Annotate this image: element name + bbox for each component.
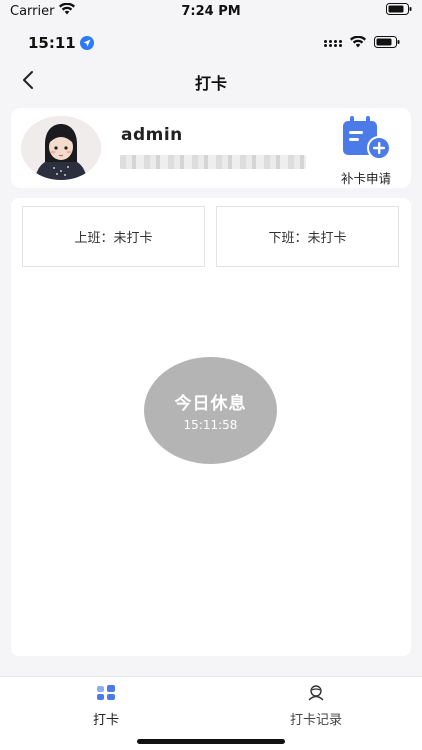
profile-card: admin 补卡申请: [11, 108, 411, 188]
makeup-punch-label: 补卡申请: [340, 171, 391, 186]
punch-button[interactable]: 今日休息 15:11:58: [144, 357, 277, 464]
avatar: [21, 116, 101, 180]
wifi-icon: [59, 2, 76, 19]
calendar-add-icon: [341, 116, 391, 164]
device-status-bar: 15:11: [0, 22, 422, 64]
tab-records-label: 打卡记录: [289, 713, 342, 728]
back-button[interactable]: [14, 68, 42, 96]
location-icon: [79, 36, 94, 50]
chevron-left-icon: [21, 70, 35, 94]
on-duty-status: 上班：未打卡: [22, 206, 205, 267]
off-duty-status: 下班：未打卡: [216, 206, 399, 267]
punch-icon: [96, 685, 116, 705]
redacted-user-info: [120, 155, 306, 169]
username: admin: [121, 125, 183, 145]
carrier-group: Carrier: [10, 2, 76, 19]
on-duty-label: 上班：未打卡: [74, 231, 153, 246]
battery-icon: [374, 34, 400, 52]
battery-icon: [386, 3, 412, 19]
navigation-bar: 打卡: [0, 64, 422, 100]
cellular-icon: [324, 39, 342, 47]
home-indicator: [137, 739, 285, 744]
tab-records[interactable]: 打卡记录: [256, 685, 376, 728]
wifi-icon: [350, 34, 366, 52]
device-clock: 15:11: [28, 34, 76, 52]
punch-panel: 上班：未打卡 下班：未打卡 今日休息 15:11:58: [11, 198, 411, 656]
tab-punch[interactable]: 打卡: [46, 685, 166, 728]
record-icon: [307, 685, 325, 705]
simulator-status-bar: Carrier 7:24 PM: [0, 0, 422, 22]
current-time: 15:11:58: [183, 418, 238, 432]
device-status-icons: [324, 34, 400, 52]
makeup-punch-button[interactable]: 补卡申请: [335, 116, 397, 186]
off-duty-label: 下班：未打卡: [268, 231, 347, 246]
device-clock-group: 15:11: [28, 34, 94, 52]
tab-punch-label: 打卡: [92, 713, 119, 728]
page-title: 打卡: [194, 74, 227, 93]
rest-day-label: 今日休息: [174, 394, 247, 414]
carrier-label: Carrier: [10, 3, 55, 19]
